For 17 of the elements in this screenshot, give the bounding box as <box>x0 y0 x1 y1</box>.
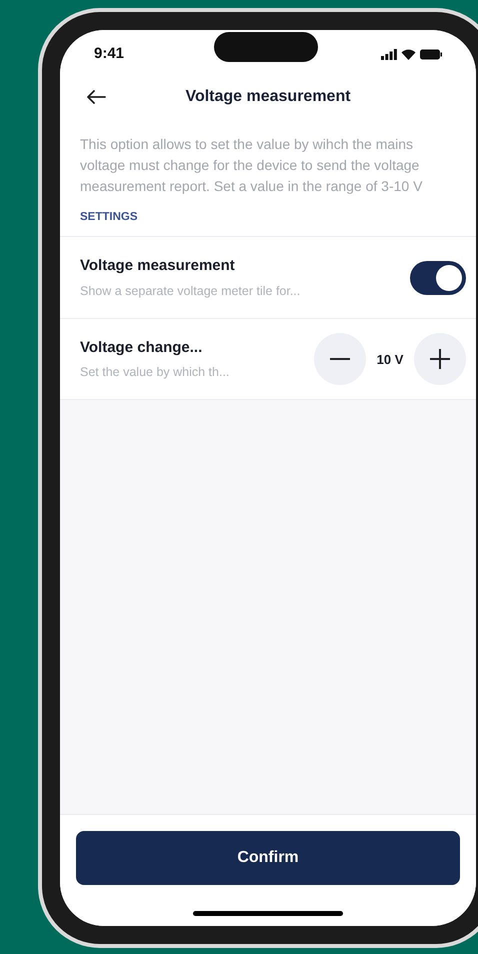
signal-icon <box>381 48 397 60</box>
stepper-value: 10 V <box>376 350 404 368</box>
toggle-switch[interactable] <box>410 260 466 295</box>
section-label: SETTINGS <box>79 210 139 225</box>
setting-subtitle: Show a separate voltage meter tile for... <box>80 282 302 300</box>
setting-title: Voltage change... <box>80 338 204 358</box>
screen-title: Voltage measurement <box>184 87 352 107</box>
plus-icon <box>430 349 450 370</box>
setting-subtitle: Set the value by which th... <box>80 364 230 382</box>
battery-icon <box>420 48 442 60</box>
description-text: This option allows to set the value by wihch the mains voltage must change for the device to send the voltage measurement report. Set a value in the range of 3-10 V <box>79 135 424 196</box>
back-arrow-icon <box>86 90 106 104</box>
setting-title: Voltage measurement <box>80 256 236 276</box>
confirm-button[interactable]: Confirm <box>76 831 460 885</box>
wifi-icon <box>401 48 416 60</box>
status-time: 9:41 <box>94 44 124 64</box>
minus-icon <box>330 358 350 360</box>
